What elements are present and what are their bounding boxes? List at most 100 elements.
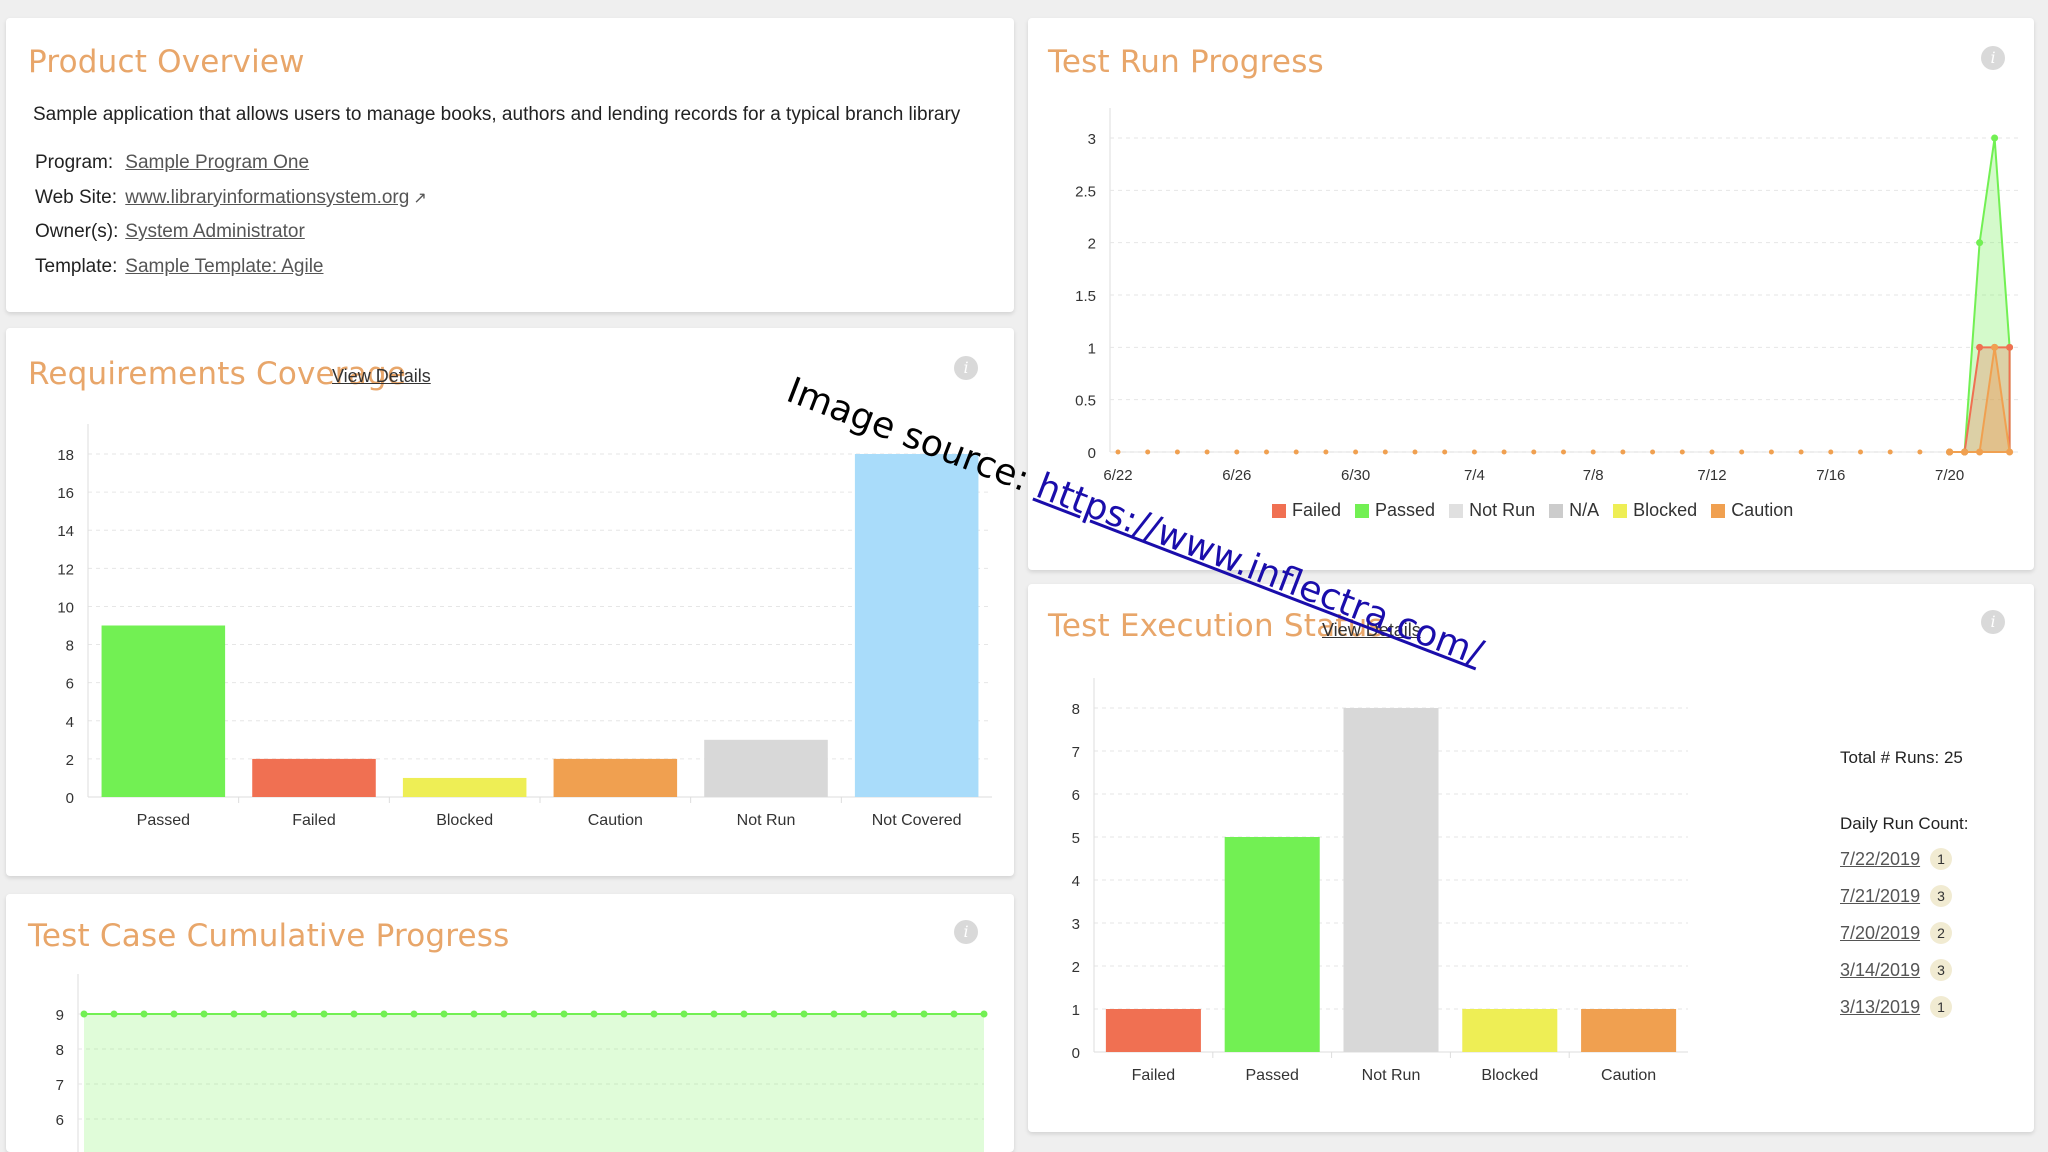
legend-item[interactable]: Failed (1272, 500, 1341, 521)
execution-side-stats: Total # Runs: 25 Daily Run Count: 7/22/2… (1840, 748, 2020, 1108)
y-tick-label: 6 (56, 1112, 64, 1129)
data-point (740, 1010, 748, 1018)
y-tick-label: 7 (56, 1077, 64, 1094)
daily-run-count-badge: 1 (1930, 848, 1953, 870)
daily-run-count-badge: 3 (1930, 885, 1953, 907)
x-tick-label: 7/20 (1935, 467, 1964, 484)
daily-run-row: 7/21/2019 3 (1840, 885, 1953, 907)
product-description: Sample application that allows users to … (33, 104, 961, 125)
test-case-cumulative-card: Test Case Cumulative Progress i 6789 (6, 894, 1014, 1152)
data-point (1961, 448, 1969, 456)
owner-link[interactable]: System Administrator (125, 221, 305, 242)
info-icon[interactable]: i (1981, 610, 2005, 634)
area-fill (84, 1014, 984, 1152)
daily-run-date-link[interactable]: 7/20/2019 (1840, 923, 1920, 944)
legend-label: Caution (1731, 500, 1794, 520)
bar (704, 739, 828, 797)
data-point (1828, 449, 1834, 455)
data-point (230, 1010, 238, 1018)
data-point (1946, 448, 1954, 456)
data-point (200, 1010, 208, 1018)
bar (1343, 708, 1439, 1052)
data-point (620, 1010, 628, 1018)
owner-row: Owner(s): System Administrator (35, 221, 305, 243)
x-tick-label: 7/8 (1583, 467, 1604, 484)
data-point (920, 1010, 928, 1018)
data-point (170, 1010, 178, 1018)
data-point (1976, 239, 1984, 247)
y-tick-label: 0.5 (1075, 393, 1096, 410)
data-point (1679, 449, 1685, 455)
program-link[interactable]: Sample Program One (125, 152, 309, 173)
y-tick-label: 14 (57, 523, 74, 540)
data-point (350, 1010, 358, 1018)
test-execution-status-card: Test Execution Status View Details i 012… (1028, 584, 2034, 1132)
data-point (380, 1010, 388, 1018)
y-tick-label: 1.5 (1075, 288, 1096, 305)
legend-swatch (1272, 503, 1286, 518)
legend-item[interactable]: Passed (1355, 500, 1435, 521)
y-tick-label: 2 (1088, 236, 1096, 253)
y-tick-label: 18 (57, 447, 74, 464)
x-tick-label: Blocked (436, 812, 493, 829)
y-tick-label: 0 (66, 790, 74, 807)
legend-item[interactable]: Caution (1711, 500, 1793, 521)
data-point (1739, 449, 1745, 455)
legend-item[interactable]: Not Run (1449, 500, 1535, 521)
data-point (1115, 449, 1121, 455)
legend-item[interactable]: Blocked (1613, 500, 1697, 521)
daily-run-date-link[interactable]: 7/22/2019 (1840, 849, 1920, 870)
bar (1224, 837, 1320, 1052)
daily-run-row: 7/20/2019 2 (1840, 922, 1953, 944)
y-tick-label: 7 (1072, 744, 1080, 761)
data-point (1561, 449, 1566, 455)
product-overview-title: Product Overview (28, 44, 305, 80)
data-point (1887, 449, 1893, 455)
y-tick-label: 8 (1072, 701, 1080, 718)
total-runs: Total # Runs: 25 (1840, 748, 1963, 767)
data-point (1991, 134, 1999, 142)
legend-swatch (1449, 503, 1464, 518)
bar (553, 758, 678, 797)
y-tick-label: 5 (1072, 830, 1080, 847)
y-tick-label: 4 (66, 714, 74, 731)
y-tick-label: 12 (57, 561, 74, 578)
data-point (1234, 449, 1240, 455)
test-run-progress-chart: 0 0.5 1 1.5 2 2.5 3 6/22 6/26 6/30 7/4 7/8 7/12 7/16 7… (1075, 108, 2018, 484)
data-point (1991, 343, 1999, 351)
legend-item[interactable]: N/A (1549, 500, 1599, 521)
data-point (1204, 449, 1210, 455)
legend-label: Failed (1292, 500, 1342, 520)
daily-run-count-label: Daily Run Count: (1840, 814, 1969, 833)
program-label: Program: (35, 152, 114, 173)
test-run-progress-card: Test Run Progress i 0 0.5 1 1.5 2 2.5 3 6/22 6/2… (1028, 18, 2034, 570)
external-link-icon[interactable]: ↗ (413, 188, 426, 208)
y-tick-label: 2 (66, 752, 74, 769)
website-link[interactable]: www.libraryinformationsystem.org (125, 187, 409, 208)
x-tick-label: Not Covered (872, 812, 962, 829)
template-label: Template: (35, 256, 118, 277)
data-point (770, 1010, 778, 1018)
y-tick-label: 2.5 (1075, 183, 1096, 200)
daily-run-date-link[interactable]: 3/14/2019 (1840, 960, 1920, 981)
daily-run-count-badge: 2 (1930, 922, 1953, 944)
data-point (1650, 449, 1656, 455)
daily-run-date-link[interactable]: 3/13/2019 (1840, 997, 1920, 1018)
data-point (1382, 449, 1388, 455)
template-link[interactable]: Sample Template: Agile (125, 256, 323, 277)
daily-run-date-link[interactable]: 7/21/2019 (1840, 886, 1920, 907)
legend-label: Blocked (1633, 500, 1698, 520)
y-tick-label: 8 (66, 638, 74, 655)
data-point (1620, 449, 1626, 455)
data-point (470, 1010, 478, 1018)
y-tick-label: 0 (1072, 1045, 1080, 1062)
x-tick-label: 7/4 (1464, 467, 1485, 484)
y-tick-label: 4 (1072, 873, 1080, 890)
data-point (1471, 449, 1477, 455)
website-label: Web Site: (35, 187, 118, 208)
data-point (440, 1010, 448, 1018)
y-tick-label: 10 (57, 599, 74, 616)
y-tick-label: 3 (1088, 131, 1096, 148)
data-point (110, 1010, 118, 1018)
x-tick-label: Passed (137, 812, 190, 829)
